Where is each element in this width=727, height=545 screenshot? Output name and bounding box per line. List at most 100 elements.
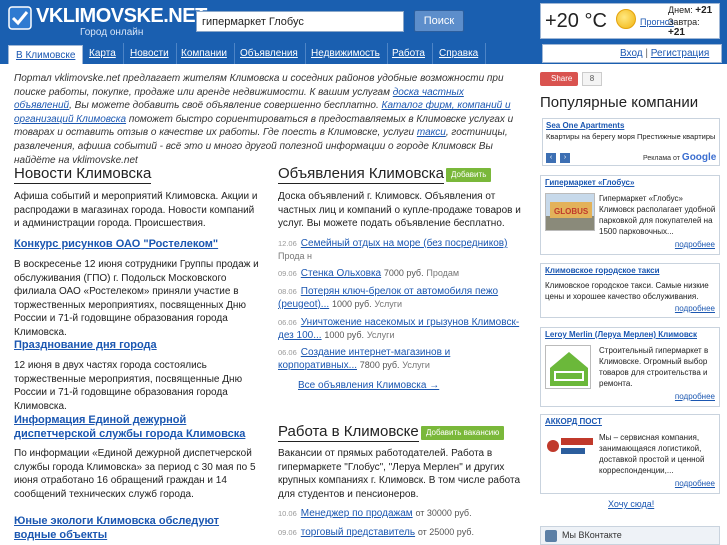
prev-arrow-icon[interactable]: ‹ (546, 153, 556, 163)
news-title[interactable]: Новости Климовска (14, 165, 152, 184)
more-link[interactable]: подробнее (675, 392, 715, 401)
ad-link[interactable]: Семейный отдых на море (без посредников) (301, 238, 508, 249)
ad-price: 7800 руб. (359, 360, 400, 370)
add-ad-button[interactable]: Добавить (446, 168, 492, 182)
logo-name: VKLIMOVSKE.NET (36, 5, 207, 27)
more-link[interactable]: подробнее (675, 479, 715, 488)
company-desc: Строительный гипермаркет в Климовске. Ог… (599, 346, 709, 388)
job-link[interactable]: Менеджер по продажам (301, 508, 413, 519)
company-desc: Мы – сервисная компания, занимающаяся ло… (599, 433, 705, 475)
logo-check-icon (8, 6, 32, 30)
ad-list-item: 06.06 Создание интернет-магазинов и корпо… (278, 346, 528, 372)
job-price: от 30000 руб. (415, 508, 472, 518)
ad-price: 7000 руб. (383, 268, 424, 278)
next-arrow-icon[interactable]: › (560, 153, 570, 163)
nav-item-map[interactable]: Карта (82, 43, 124, 64)
company-card: Гипермаркет «Глобус» GLOBUS Гипермаркет … (540, 175, 720, 255)
vk-icon (545, 530, 557, 542)
company-name-link[interactable]: АККОРД ПОСТ (545, 417, 602, 426)
logo-tagline: Город онлайн (80, 27, 144, 38)
company-name-link[interactable]: Leroy Merlin (Леруа Мерлен) Климовск (545, 330, 697, 339)
company-card: Leroy Merlin (Леруа Мерлен) Климовск Стр… (540, 327, 720, 407)
more-link[interactable]: подробнее (675, 240, 715, 249)
job-link[interactable]: торговый представитель (301, 527, 415, 538)
company-desc: Гипермаркет «Глобус» Климовск располагае… (599, 194, 716, 236)
ad-price: 1000 руб. (324, 330, 365, 340)
ads-title[interactable]: Объявления Климовска (278, 165, 444, 184)
ad-link[interactable]: Уничтожение насекомых и грызунов Климовс… (278, 317, 519, 341)
ad-price: 1000 руб. (331, 299, 372, 309)
google-brand: Google (681, 152, 717, 163)
job-list-item: 09.06 торговый представитель от 25000 руб… (278, 526, 528, 539)
share-button[interactable]: Share (540, 72, 578, 86)
share-label: Share (551, 74, 573, 83)
news-item-title[interactable]: Празднование дня города (14, 338, 264, 352)
more-link[interactable]: подробнее (675, 304, 715, 313)
ad-list-item: 12.06 Семейный отдых на море (без посредн… (278, 237, 528, 263)
register-link[interactable]: Регистрация (651, 48, 709, 59)
sun-icon (616, 9, 636, 29)
globus-store-image[interactable]: GLOBUS (545, 193, 595, 231)
weather-temp: +20 °C (545, 10, 607, 32)
nav-item-companies[interactable]: Компании (174, 43, 235, 64)
news-item-text: 12 июня в двух частях города состоялись … (14, 360, 243, 412)
weather-day: Днем: +21 (668, 5, 712, 16)
news-item-title[interactable]: Конкурс рисунков ОАО "Ростелеком" (14, 237, 264, 251)
ad-list-item: 06.06 Уничтожение насекомых и грызунов Кл… (278, 316, 528, 342)
company-card: АККОРД ПОСТ Мы – сервисная компания, зан… (540, 414, 720, 494)
day-label: Днем: (668, 5, 693, 15)
popular-companies-title: Популярные компании (540, 94, 699, 111)
nav-item-jobs[interactable]: Работа (385, 43, 433, 64)
jobs-title[interactable]: Работа в Климовске (278, 423, 419, 442)
weather-widget: +20 °C Прогноз Днем: +21 Завтра: +21 (540, 3, 720, 39)
nav-item-news[interactable]: Новости (123, 43, 177, 64)
ad-kind: Прода н (278, 251, 313, 261)
want-here-link[interactable]: Хочу сюда! (608, 499, 654, 509)
nav-item-realty[interactable]: Недвижимость (304, 43, 388, 64)
vk-widget[interactable]: Мы ВКонтакте (540, 526, 720, 545)
nav-item-home[interactable]: В Климовске (8, 45, 84, 64)
google-ad[interactable]: Sea One Apartments Квартиры на берегу мо… (542, 118, 720, 166)
site-header: VKLIMOVSKE.NET Город онлайн Поиск +20 °C… (0, 0, 727, 43)
weather-tomorrow: Завтра: +21 (668, 17, 719, 38)
vk-label: Мы ВКонтакте (562, 530, 622, 540)
site-logo[interactable]: VKLIMOVSKE.NET Город онлайн (8, 4, 207, 40)
ad-list-item: 08.06 Потерян ключ-брелок от автомобиля п… (278, 285, 528, 311)
news-item-title[interactable]: Юные экологи Климовска обследуют водные … (14, 514, 264, 542)
accord-post-logo[interactable] (545, 432, 595, 462)
intro-text: Портал vklimovske.net предлагает жителям… (14, 72, 524, 167)
login-link[interactable]: Вход (620, 48, 643, 59)
leroy-merlin-logo[interactable] (545, 345, 591, 389)
tomorrow-label: Завтра: (668, 17, 700, 27)
share-widget[interactable]: Share 8 (540, 72, 602, 86)
search-button[interactable]: Поиск (414, 10, 464, 32)
ad-headline[interactable]: Sea One Apartments (546, 121, 624, 130)
company-card: Климовское городское такси Климовское го… (540, 263, 720, 318)
job-price: от 25000 руб. (417, 527, 474, 537)
company-name-link[interactable]: Климовское городское такси (545, 266, 660, 275)
ad-text: Квартиры на берегу моря Престижные кварт… (546, 132, 716, 141)
ad-link[interactable]: Стенка Ольховка (301, 268, 381, 279)
google-ads-label: Реклама от Google (643, 152, 716, 163)
company-desc: Климовское городское такси. Самые низкие… (545, 281, 709, 301)
ad-date: 06.06 (278, 348, 297, 357)
ad-date: 09.06 (278, 269, 297, 278)
nav-item-ads[interactable]: Объявления (233, 43, 306, 64)
ads-desc: Доска объявлений г. Климовск. Объявления… (278, 191, 521, 229)
ad-list-item: 09.06 Стенка Ольховка 7000 руб. Продам (278, 267, 528, 280)
job-list-item: 10.06 Менеджер по продажам от 30000 руб. (278, 507, 528, 520)
all-ads-link[interactable]: Все объявления Климовска → (298, 379, 498, 392)
ad-date: 08.06 (278, 287, 297, 296)
ad-kind: Услуги (366, 330, 395, 340)
ad-kind: Услуги (402, 360, 430, 370)
intro-link-taxi[interactable]: такси (417, 127, 446, 138)
add-vacancy-button[interactable]: Добавить вакансию (421, 426, 505, 440)
company-name-link[interactable]: Гипермаркет «Глобус» (545, 178, 634, 187)
news-item-text: По информации «Единой дежурной диспетчер… (14, 448, 256, 500)
ad-date: 12.06 (278, 239, 297, 248)
tomorrow-temp: +21 (668, 27, 685, 38)
search-input[interactable] (196, 11, 404, 32)
news-item-title[interactable]: Информация Единой дежурной диспетчерской… (14, 413, 264, 441)
nav-item-help[interactable]: Справка (432, 43, 487, 64)
job-date: 09.06 (278, 528, 297, 537)
